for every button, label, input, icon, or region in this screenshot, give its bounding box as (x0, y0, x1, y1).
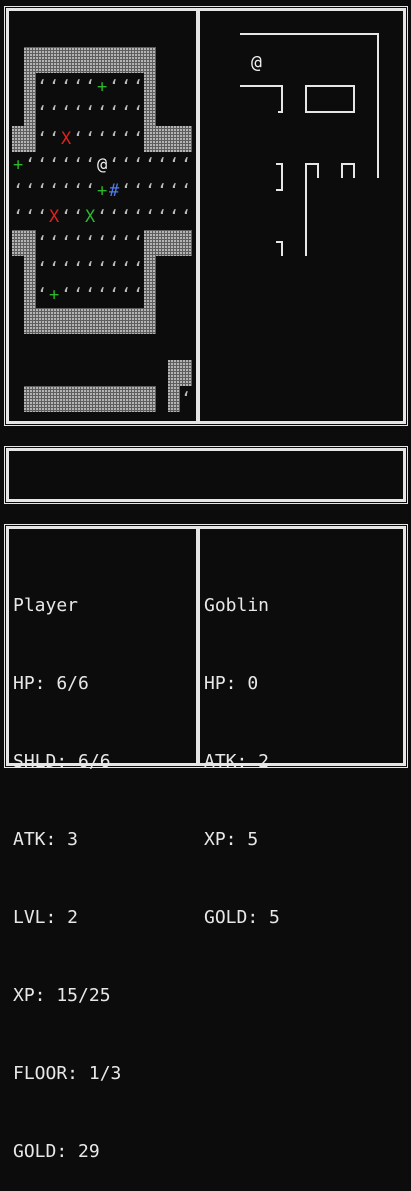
minimap-wall (276, 163, 283, 191)
enemy-stats: Goblin HP: 0 ATK: 2 XP: 5 GOLD: 5 (204, 541, 280, 957)
player-attack: ATK: 3 (13, 829, 79, 850)
minimap-wall (341, 163, 355, 178)
player-floor: FLOOR: 1/3 (13, 1063, 122, 1084)
player-gold: GOLD: 29 (13, 1141, 100, 1162)
player-shield: SHLD: 6/6 (13, 751, 111, 772)
enemy-hp: HP: 0 (204, 673, 259, 694)
minimap-room (305, 85, 355, 113)
player-stats: Player HP: 6/6 SHLD: 6/6 ATK: 3 LVL: 2 X… (13, 541, 121, 1191)
enemy-name: Goblin (204, 595, 270, 616)
enemy-gold: GOLD: 5 (204, 907, 280, 928)
minimap-wall (305, 163, 319, 256)
player-level: LVL: 2 (13, 907, 79, 928)
minimap-wall (240, 85, 283, 113)
message-log (7, 449, 405, 501)
enemy-attack: ATK: 2 (204, 751, 270, 772)
minimap-wall (276, 241, 283, 256)
minimap-player-marker: @ (251, 52, 262, 73)
player-xp: XP: 15/25 (13, 985, 111, 1006)
player-hp: HP: 6/6 (13, 673, 89, 694)
minimap: @ (240, 33, 379, 256)
enemy-xp: XP: 5 (204, 829, 259, 850)
player-name: Player (13, 595, 79, 616)
